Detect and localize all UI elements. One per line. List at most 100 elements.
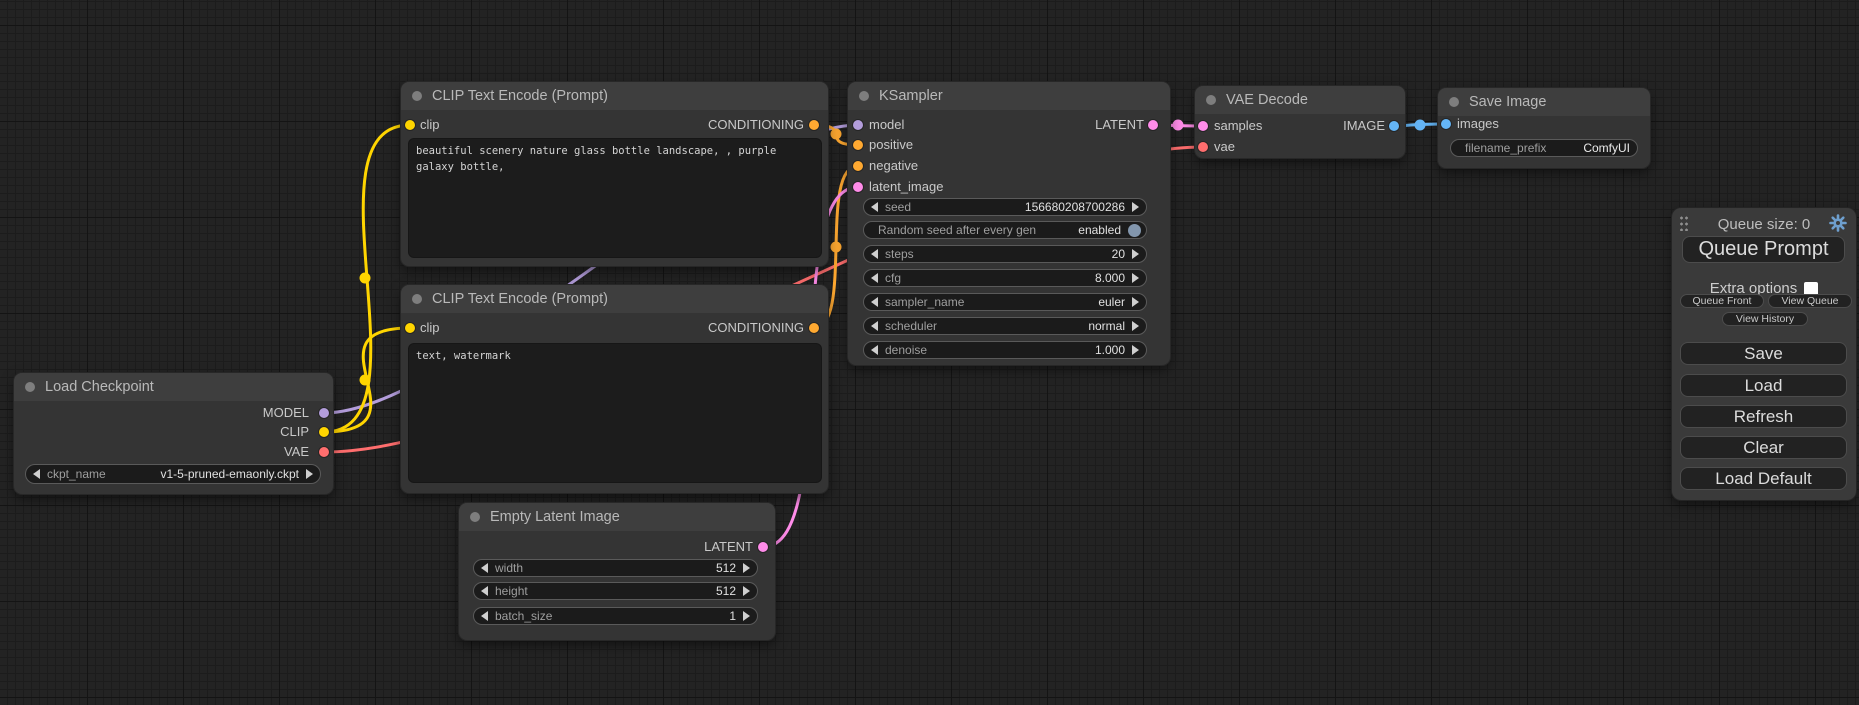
increment-arrow-icon[interactable]	[1132, 273, 1139, 283]
decrement-arrow-icon[interactable]	[871, 345, 878, 355]
cfg-widget[interactable]: cfg 8.000	[863, 269, 1147, 287]
decrement-arrow-icon[interactable]	[871, 273, 878, 283]
node-clip-text-encode-positive[interactable]: CLIP Text Encode (Prompt) clip CONDITION…	[401, 82, 828, 266]
decrement-arrow-icon[interactable]	[871, 297, 878, 307]
output-label-conditioning: CONDITIONING	[708, 319, 804, 337]
latent-image-input-port[interactable]	[853, 182, 863, 192]
node-empty-latent-image[interactable]: Empty Latent Image LATENT width 512 heig…	[459, 503, 775, 640]
node-load-checkpoint[interactable]: Load Checkpoint MODEL CLIP VAE ckpt_name…	[14, 373, 333, 494]
increment-arrow-icon[interactable]	[1132, 321, 1139, 331]
graph-canvas[interactable]: Load Checkpoint MODEL CLIP VAE ckpt_name…	[0, 0, 1859, 705]
collapse-dot-icon[interactable]	[412, 91, 422, 101]
node-save-image[interactable]: Save Image images filename_prefix ComfyU…	[1438, 88, 1650, 168]
link-midpoint-dot[interactable]	[1415, 120, 1426, 131]
increment-arrow-icon[interactable]	[1132, 297, 1139, 307]
clear-button[interactable]: Clear	[1680, 436, 1847, 459]
scheduler-widget[interactable]: scheduler normal	[863, 317, 1147, 335]
model-output-port[interactable]	[319, 408, 329, 418]
input-label-vae: vae	[1214, 138, 1235, 156]
conditioning-output-port[interactable]	[809, 120, 819, 130]
decrement-arrow-icon[interactable]	[871, 321, 878, 331]
node-title-bar[interactable]: Save Image	[1438, 88, 1650, 116]
vae-output-port[interactable]	[319, 447, 329, 457]
sampler-name-widget[interactable]: sampler_name euler	[863, 293, 1147, 311]
decrement-arrow-icon[interactable]	[33, 469, 40, 479]
toggle-knob-icon[interactable]	[1128, 224, 1141, 237]
negative-input-port[interactable]	[853, 161, 863, 171]
node-title-bar[interactable]: CLIP Text Encode (Prompt)	[401, 285, 828, 313]
decrement-arrow-icon[interactable]	[481, 563, 488, 573]
widget-label: width	[495, 561, 523, 575]
clip-output-port[interactable]	[319, 427, 329, 437]
negative-prompt-textarea[interactable]: text, watermark	[409, 344, 821, 482]
save-button[interactable]: Save	[1680, 342, 1847, 365]
decrement-arrow-icon[interactable]	[481, 611, 488, 621]
denoise-widget[interactable]: denoise 1.000	[863, 341, 1147, 359]
widget-value: 156680208700286	[1025, 200, 1125, 214]
collapse-dot-icon[interactable]	[25, 382, 35, 392]
increment-arrow-icon[interactable]	[1132, 249, 1139, 259]
latent-output-port[interactable]	[1148, 120, 1158, 130]
filename-prefix-widget[interactable]: filename_prefix ComfyUI	[1450, 139, 1638, 157]
view-history-button[interactable]: View History	[1722, 312, 1808, 326]
node-title-text: Save Image	[1469, 94, 1546, 110]
queue-front-button[interactable]: Queue Front	[1680, 294, 1764, 308]
increment-arrow-icon[interactable]	[743, 563, 750, 573]
node-title-bar[interactable]: KSampler	[848, 82, 1170, 110]
output-label-clip: CLIP	[280, 423, 309, 441]
node-title-text: KSampler	[879, 88, 943, 104]
positive-input-port[interactable]	[853, 140, 863, 150]
queue-prompt-button[interactable]: Queue Prompt	[1682, 236, 1845, 263]
increment-arrow-icon[interactable]	[743, 586, 750, 596]
batch-size-widget[interactable]: batch_size 1	[473, 607, 758, 625]
widget-value: 1	[729, 609, 736, 623]
decrement-arrow-icon[interactable]	[871, 249, 878, 259]
settings-gear-icon[interactable]	[1829, 214, 1847, 232]
node-vae-decode[interactable]: VAE Decode samples vae IMAGE	[1195, 86, 1405, 158]
link-midpoint-dot[interactable]	[360, 375, 371, 386]
vae-input-port[interactable]	[1198, 142, 1208, 152]
collapse-dot-icon[interactable]	[1449, 97, 1459, 107]
latent-output-port[interactable]	[758, 542, 768, 552]
increment-arrow-icon[interactable]	[1132, 202, 1139, 212]
load-default-button[interactable]: Load Default	[1680, 467, 1847, 490]
node-title-bar[interactable]: VAE Decode	[1195, 86, 1405, 114]
positive-prompt-textarea[interactable]: beautiful scenery nature glass bottle la…	[409, 139, 821, 257]
image-output-port[interactable]	[1389, 121, 1399, 131]
widget-label: sampler_name	[885, 295, 964, 309]
clip-input-port[interactable]	[405, 120, 415, 130]
samples-input-port[interactable]	[1198, 121, 1208, 131]
widget-value: ComfyUI	[1583, 141, 1630, 155]
link-midpoint-dot[interactable]	[360, 273, 371, 284]
collapse-dot-icon[interactable]	[1206, 95, 1216, 105]
view-queue-button[interactable]: View Queue	[1768, 294, 1852, 308]
decrement-arrow-icon[interactable]	[481, 586, 488, 596]
conditioning-output-port[interactable]	[809, 323, 819, 333]
random-seed-toggle-widget[interactable]: Random seed after every gen enabled	[863, 221, 1147, 239]
node-title-bar[interactable]: Load Checkpoint	[14, 373, 333, 401]
node-clip-text-encode-negative[interactable]: CLIP Text Encode (Prompt) clip CONDITION…	[401, 285, 828, 493]
seed-widget[interactable]: seed 156680208700286	[863, 198, 1147, 216]
steps-widget[interactable]: steps 20	[863, 245, 1147, 263]
link-midpoint-dot[interactable]	[831, 242, 842, 253]
clip-input-port[interactable]	[405, 323, 415, 333]
model-input-port[interactable]	[853, 120, 863, 130]
load-button[interactable]: Load	[1680, 374, 1847, 397]
node-title-bar[interactable]: Empty Latent Image	[459, 503, 775, 531]
node-title-bar[interactable]: CLIP Text Encode (Prompt)	[401, 82, 828, 110]
link-midpoint-dot[interactable]	[1173, 120, 1184, 131]
node-ksampler[interactable]: KSampler model positive negative latent_…	[848, 82, 1170, 365]
height-widget[interactable]: height 512	[473, 582, 758, 600]
increment-arrow-icon[interactable]	[306, 469, 313, 479]
collapse-dot-icon[interactable]	[412, 294, 422, 304]
refresh-button[interactable]: Refresh	[1680, 405, 1847, 428]
link-midpoint-dot[interactable]	[831, 129, 842, 140]
collapse-dot-icon[interactable]	[859, 91, 869, 101]
increment-arrow-icon[interactable]	[1132, 345, 1139, 355]
ckpt-name-widget[interactable]: ckpt_name v1-5-pruned-emaonly.ckpt	[25, 464, 321, 484]
width-widget[interactable]: width 512	[473, 559, 758, 577]
increment-arrow-icon[interactable]	[743, 611, 750, 621]
collapse-dot-icon[interactable]	[470, 512, 480, 522]
images-input-port[interactable]	[1441, 119, 1451, 129]
decrement-arrow-icon[interactable]	[871, 202, 878, 212]
